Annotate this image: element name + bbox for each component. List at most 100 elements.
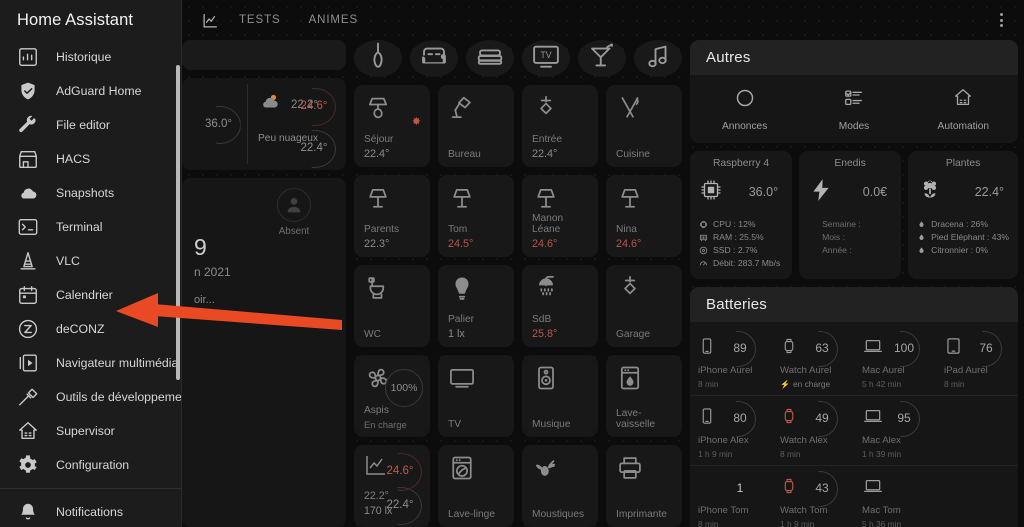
device-tile[interactable]: Musique — [522, 355, 598, 437]
shortcut-circle-bed[interactable] — [466, 40, 514, 77]
sidebar-item-calendrier[interactable]: Calendrier — [0, 278, 182, 312]
device-tile[interactable]: Lave-linge — [438, 445, 514, 527]
weather-card[interactable]: 36.0° 22.2° Peu nuageux 24.6° 22.4° — [182, 78, 346, 170]
sidebar-item-adguard-home[interactable]: AdGuard Home — [0, 74, 182, 108]
left-top-card[interactable] — [182, 40, 346, 70]
shortcut-circle-music[interactable] — [634, 40, 682, 77]
shortcut-circle-tv[interactable]: TV — [522, 40, 570, 77]
avatar-icon — [277, 188, 311, 222]
presence-indicator[interactable]: Absent — [264, 188, 324, 237]
info-line-text: Mois : — [822, 232, 845, 242]
battery-entry[interactable]: 49 Watch Alex 8 min — [772, 403, 854, 459]
shortcut-circle-suspension[interactable] — [354, 40, 402, 77]
device-tile[interactable]: Garage — [606, 265, 682, 347]
battery-sub-text: 5 h 42 min — [862, 379, 902, 389]
tab-animes[interactable]: ANIMES — [295, 0, 373, 40]
water-icon — [917, 220, 926, 229]
device-tile[interactable]: TV — [438, 355, 514, 437]
device-tile[interactable]: Bureau — [438, 85, 514, 167]
ceiling-light-icon — [616, 274, 673, 310]
tab-tests[interactable]: TESTS — [225, 0, 295, 40]
info-card-lines: Semaine : Mois : Année : — [808, 218, 892, 257]
battery-sub-text: 1 h 9 min — [698, 449, 733, 459]
battery-level: 1 — [736, 481, 744, 495]
device-tile[interactable]: Entrée 22.4° — [522, 85, 598, 167]
shortcut-circle-sofa[interactable] — [410, 40, 458, 77]
info-line: CPU : 12% — [699, 218, 783, 231]
battery-entry[interactable]: 80 iPhone Alex 1 h 9 min — [690, 403, 772, 459]
sidebar-item-notifications[interactable]: Notifications — [0, 495, 182, 527]
info-card[interactable]: Plantes 22.4° Dracena : 26% Pied Eléphant :… — [908, 151, 1019, 279]
sidebar-scrollbar[interactable] — [176, 65, 180, 380]
date-presence-card[interactable]: Absent 9 n 2021 oir... — [182, 178, 346, 527]
wrench-icon — [16, 114, 39, 137]
lightning-bolt-icon — [808, 177, 834, 208]
column-left: 36.0° 22.2° Peu nuageux 24.6° 22.4° Abse… — [182, 40, 346, 527]
info-line: Pied Eléphant : 43% — [917, 231, 1009, 244]
battery-top: 95 — [862, 403, 928, 433]
battery-sub: 8 min — [698, 379, 764, 389]
device-tile[interactable]: Manon Léane 24.6° — [522, 175, 598, 257]
memory-icon — [699, 233, 708, 242]
sidebar-item-hacs[interactable]: HACS — [0, 142, 182, 176]
battery-name: Watch Alex — [780, 435, 828, 446]
device-tile[interactable]: SdB 25.8° — [522, 265, 598, 347]
battery-entry[interactable]: 100 Mac Aurel 5 h 42 min — [854, 333, 936, 389]
home-automation-icon — [952, 87, 974, 114]
battery-entry[interactable]: 63 Watch Aurel ⚡ en charge — [772, 333, 854, 389]
sidebar-item-terminal[interactable]: Terminal — [0, 210, 182, 244]
sidebar-item-deconz[interactable]: deCONZ — [0, 312, 182, 346]
sidebar-item-navigateur-multim-dia[interactable]: Navigateur multimédia — [0, 346, 182, 380]
battery-empty — [936, 403, 1018, 459]
autres-shortcut[interactable]: Automation — [909, 87, 1018, 132]
sidebar-item-outils-de-d-veloppement[interactable]: Outils de développement — [0, 380, 182, 414]
top-toolbar: TESTS ANIMES — [182, 0, 1024, 40]
battery-empty — [936, 473, 1018, 527]
sidebar-scroll-area[interactable]: Historique AdGuard Home File editor HACS Sna… — [0, 40, 182, 527]
battery-entry[interactable]: 95 Mac Alex 1 h 39 min — [854, 403, 936, 459]
column-right: Autres Annonces Modes Automation Raspberry… — [690, 40, 1019, 527]
battery-entry[interactable]: 89 iPhone Aurel 8 min — [690, 333, 772, 389]
sidebar-item-label: Historique — [56, 50, 112, 64]
phone-icon — [698, 336, 716, 361]
shortcut-circle-cocktail[interactable] — [578, 40, 626, 77]
device-tile[interactable]: WC — [354, 265, 430, 347]
device-tile[interactable]: Cuisine — [606, 85, 682, 167]
device-tile[interactable]: Tom 24.5° — [438, 175, 514, 257]
device-tile[interactable]: Nina 24.6° — [606, 175, 682, 257]
sidebar-item-supervisor[interactable]: Supervisor — [0, 414, 182, 448]
device-tile[interactable]: Palier 1 lx — [438, 265, 514, 347]
device-tile[interactable]: Parents 22.3° — [354, 175, 430, 257]
battery-sub: 5 h 42 min — [862, 379, 928, 389]
info-line: Mois : — [808, 231, 892, 244]
battery-entry[interactable]: Mac Tom 5 h 36 min — [854, 473, 936, 527]
device-tile[interactable]: Lave-vaisselle — [606, 355, 682, 437]
autres-shortcut[interactable]: Annonces — [690, 87, 799, 132]
device-tile[interactable]: 100% Aspis En charge — [354, 355, 430, 437]
battery-sub-text: 1 h 39 min — [862, 449, 902, 459]
sensor-stats-tile[interactable]: 24.6° 22.4° 22.2° 170 lx — [354, 445, 430, 527]
tab-overview[interactable] — [196, 0, 225, 40]
sidebar-item-snapshots[interactable]: Snapshots — [0, 176, 182, 210]
info-card[interactable]: Enedis 0.0€ Semaine : Mois : Année : — [799, 151, 902, 279]
autres-shortcut[interactable]: Modes — [799, 87, 908, 132]
sidebar-item-historique[interactable]: Historique — [0, 40, 182, 74]
water-icon — [917, 233, 926, 242]
sidebar-item-configuration[interactable]: Configuration — [0, 448, 182, 482]
info-card[interactable]: Raspberry 4 36.0° CPU : 12% RAM : 25.5% SSD … — [690, 151, 793, 279]
battery-entry[interactable]: 1 iPhone Tom 8 min — [690, 473, 772, 527]
battery-entry[interactable]: 76 iPad Aurel 8 min — [936, 333, 1018, 389]
battery-row: 89 iPhone Aurel 8 min 63 Watch Aurel ⚡ en char… — [690, 326, 1018, 395]
watch-icon — [780, 406, 798, 431]
info-line-text: Pied Eléphant : 43% — [931, 232, 1010, 242]
device-tile[interactable]: Moustiques — [522, 445, 598, 527]
device-tile[interactable]: Imprimante — [606, 445, 682, 527]
batteries-body: 89 iPhone Aurel 8 min 63 Watch Aurel ⚡ en char… — [690, 322, 1018, 527]
overflow-menu-icon[interactable] — [988, 7, 1014, 33]
battery-name: iPhone Tom — [698, 505, 749, 516]
floor-lamp-icon — [364, 184, 421, 220]
battery-entry[interactable]: 43 Watch Tom 1 h 9 min — [772, 473, 854, 527]
sidebar-item-vlc[interactable]: VLC — [0, 244, 182, 278]
sidebar-item-file-editor[interactable]: File editor — [0, 108, 182, 142]
device-tile[interactable]: ✸ Séjour 22.4° — [354, 85, 430, 167]
